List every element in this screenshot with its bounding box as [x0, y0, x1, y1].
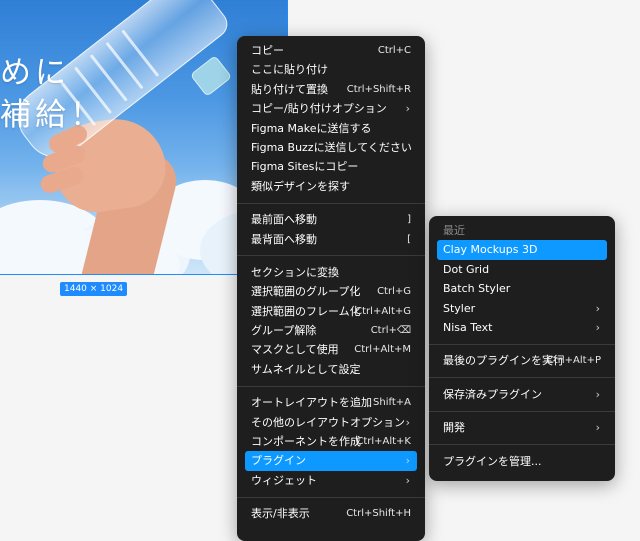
menu-item-label: Figma Makeに送信する [251, 121, 372, 135]
chevron-right-icon: › [595, 421, 600, 435]
saved-plugins[interactable]: 保存済みプラグイン › [437, 385, 607, 404]
menu-divider [237, 385, 425, 387]
menu-item-shortcut: [ [407, 233, 411, 245]
menu-divider [237, 255, 425, 257]
menu-item-shortcut: Ctrl+Alt+P [546, 355, 601, 367]
menu-item-shortcut: Ctrl+G [377, 286, 411, 298]
menu-item-g3-1[interactable]: その他のレイアウトオプション › [245, 413, 417, 432]
menu-item-label: 最後のプラグインを実行 [443, 354, 564, 368]
menu-item-shortcut: Shift+A [373, 397, 411, 409]
menu-item-g3-0[interactable]: オートレイアウトを追加 Shift+A [245, 393, 417, 412]
menu-item-g1-0[interactable]: 最前面へ移動] [245, 210, 417, 229]
menu-divider [429, 377, 615, 379]
menu-item-label: Dot Grid [443, 262, 490, 276]
menu-divider [429, 444, 615, 446]
chevron-right-icon: › [595, 301, 600, 315]
menu-item-label: 類似デザインを探す [251, 179, 350, 193]
menu-item-label: プラグイン [251, 454, 306, 468]
menu-item-label: セクションに変換 [251, 265, 339, 279]
plugins-submenu: 最近 Clay Mockups 3D Dot Grid Batch Styler… [429, 216, 615, 481]
menu-item-label: 開発 [443, 421, 465, 435]
menu-item-g0-5[interactable]: Figma Buzzに送信してください [245, 138, 417, 157]
chevron-right-icon: › [595, 320, 600, 334]
menu-item-shortcut: Ctrl+Alt+M [354, 344, 411, 356]
menu-item-label: プラグインを管理... [443, 454, 542, 468]
menu-item-g2-5[interactable]: サムネイルとして設定 [245, 360, 417, 379]
plugin-dot-grid[interactable]: Dot Grid [437, 260, 607, 279]
menu-item-g0-6[interactable]: Figma Sitesにコピー [245, 157, 417, 176]
menu-item-label: コピー [251, 44, 284, 57]
plugin-clay-mockups-3d[interactable]: Clay Mockups 3D [437, 240, 607, 260]
menu-item-label: Batch Styler [443, 282, 511, 296]
menu-item-label: その他のレイアウトオプション [251, 415, 405, 429]
menu-item-label: 表示/非表示 [251, 507, 310, 521]
menu-item-shortcut: Ctrl+C [377, 45, 411, 56]
menu-item-label: マスクとして使用 [251, 343, 339, 357]
menu-item-label: コピー/貼り付けオプション [251, 102, 387, 116]
menu-item-g0-0[interactable]: コピー Ctrl+C [245, 41, 417, 60]
bottle-cap-shape [189, 55, 233, 97]
development-plugins[interactable]: 開発 › [437, 418, 607, 437]
frame-size-badge: 1440 × 1024 [60, 282, 128, 296]
menu-item-shortcut: Ctrl+Shift+R [346, 83, 411, 95]
menu-item-shortcut: Ctrl+⌫ [370, 325, 411, 337]
menu-divider [237, 202, 425, 204]
menu-item-label: グループ解除 [251, 324, 317, 338]
chevron-right-icon: › [405, 454, 410, 468]
menu-item-label: Styler [443, 301, 476, 315]
menu-item-label: 最背面へ移動 [251, 232, 317, 246]
menu-item-label: オートレイアウトを追加 [251, 396, 372, 410]
menu-item-g2-3[interactable]: グループ解除 Ctrl+⌫ [245, 321, 417, 340]
recent-header: 最近 [443, 224, 465, 237]
menu-item-g2-1[interactable]: 選択範囲のグループ化 Ctrl+G [245, 282, 417, 301]
menu-item-label: Figma Sitesにコピー [251, 160, 359, 174]
menu-item-g0-7[interactable]: 類似デザインを探す [245, 177, 417, 196]
chevron-right-icon: › [405, 473, 410, 487]
chevron-right-icon: › [595, 387, 600, 401]
menu-item-g4-0[interactable]: 表示/非表示 Ctrl+Shift+H [245, 504, 417, 523]
menu-item-g1-1[interactable]: 最背面へ移動 [ [245, 230, 417, 249]
menu-item-label: Nisa Text [443, 320, 493, 334]
menu-item-label: サムネイルとして設定 [251, 362, 361, 376]
menu-item-g3-4[interactable]: ウィジェット › [245, 471, 417, 490]
menu-item-shortcut: Ctrl+Shift+H [346, 508, 411, 520]
menu-item-label: 最前面へ移動 [251, 213, 317, 227]
menu-item-label: 選択範囲のフレーム化 [251, 304, 361, 318]
menu-item-shortcut: ] [407, 214, 411, 226]
manage-plugins[interactable]: プラグインを管理... [437, 452, 607, 471]
menu-item-g0-4[interactable]: Figma Makeに送信する [245, 119, 417, 138]
menu-item-shortcut: Ctrl+Alt+G [355, 305, 411, 317]
menu-item-label: Figma Buzzに送信してください [251, 140, 412, 154]
menu-item-g0-3[interactable]: コピー/貼り付けオプション › [245, 99, 417, 118]
chevron-right-icon: › [405, 102, 410, 116]
menu-item-g2-4[interactable]: マスクとして使用 Ctrl+Alt+M [245, 340, 417, 359]
chevron-right-icon: › [405, 415, 410, 429]
plugin-nisa-text[interactable]: Nisa Text › [437, 318, 607, 337]
menu-item-label: 選択範囲のグループ化 [251, 285, 361, 299]
menu-divider [429, 410, 615, 412]
headline-text: めに 補給！ [0, 52, 105, 136]
run-last-plugin[interactable]: 最後のプラグインを実行 Ctrl+Alt+P [437, 351, 607, 370]
headline-line-2: 補給！ [0, 97, 105, 133]
context-menu: コピー Ctrl+C ここに貼り付け 貼り付けて置換 Ctrl+Shift+R コピー/貼… [237, 36, 425, 541]
menu-divider [237, 496, 425, 498]
menu-item-shortcut: Ctrl+Alt+K [356, 436, 411, 448]
menu-item-g2-2[interactable]: 選択範囲のフレーム化 Ctrl+Alt+G [245, 302, 417, 321]
menu-item-g0-2[interactable]: 貼り付けて置換 Ctrl+Shift+R [245, 80, 417, 99]
menu-item-g2-0[interactable]: セクションに変換 [245, 263, 417, 282]
menu-item-label: ウィジェット [251, 473, 317, 487]
menu-item-label: 保存済みプラグイン [443, 387, 542, 401]
menu-item-g3-3[interactable]: プラグイン › [245, 451, 417, 471]
menu-item-label: 貼り付けて置換 [251, 82, 328, 96]
headline-line-1: めに [0, 55, 70, 91]
menu-item-label: ここに貼り付け [251, 63, 328, 77]
menu-item-g3-2[interactable]: コンポーネントを作成 Ctrl+Alt+K [245, 432, 417, 451]
menu-item-g0-1[interactable]: ここに貼り付け [245, 60, 417, 79]
menu-item-label: Clay Mockups 3D [443, 243, 538, 257]
plugin-batch-styler[interactable]: Batch Styler [437, 279, 607, 298]
menu-divider [429, 343, 615, 345]
menu-item-label: コンポーネントを作成 [251, 435, 361, 449]
plugin-styler[interactable]: Styler › [437, 299, 607, 318]
